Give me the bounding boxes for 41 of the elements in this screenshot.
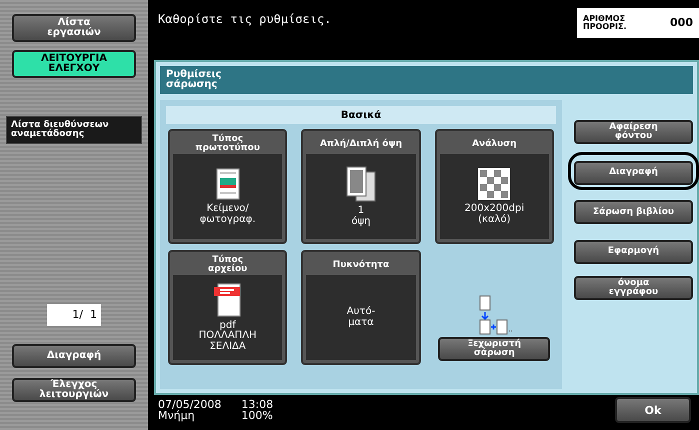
pages-icon <box>346 166 376 202</box>
checkerboard-icon <box>478 168 510 200</box>
panel-title: Ρυθμίσεις σάρωσης <box>160 66 693 94</box>
card-title: Τύπος πρωτοτύπου <box>194 134 261 154</box>
setting-card[interactable]: Απλή/Διπλή όψη 1 όψη <box>301 129 421 244</box>
memory-label: Μνήμη <box>158 410 196 421</box>
ok-button[interactable]: Ok <box>615 397 691 423</box>
separate-scan-button[interactable]: Ξεχωριστή σάρωση <box>438 337 550 361</box>
option-button[interactable]: Σάρωση βιβλίου <box>574 200 693 224</box>
card-value: 200x200dpi (καλό) <box>464 204 524 225</box>
sidebar-button[interactable]: Διαγραφή <box>12 344 136 368</box>
setting-card[interactable]: Τύπος πρωτοτύπου Κείμενο/ φωτογραφ. <box>168 129 288 244</box>
setting-card[interactable]: Πυκνότητα Αυτό- ματα <box>301 250 421 365</box>
option-button[interactable]: Διαγραφή <box>574 160 693 184</box>
setting-card[interactable]: Τύπος αρχείου pdf ΠΟΛΛΑΠΛΗ ΣΕΛΙΔΑ <box>168 250 288 365</box>
group-title: Βασικά <box>166 106 556 124</box>
option-button[interactable]: όνομα εγγράφου <box>574 276 693 300</box>
card-title: Απλή/Διπλή όψη <box>318 138 404 150</box>
pdf-file-icon <box>214 282 242 317</box>
instruction-text: Καθορίστε τις ρυθμίσεις. <box>158 11 332 28</box>
option-button[interactable]: Αφαίρεση φόντου <box>574 120 693 144</box>
counter-label: ΑΡΙΘΜΟΣ ΠΡΟΟΡΙΣ. <box>583 15 627 31</box>
card-title: Τύπος αρχείου <box>207 255 248 275</box>
card-value: 1 όψη <box>351 206 371 227</box>
counter-value: 000 <box>670 14 693 31</box>
date-text: 07/05/2008 <box>158 399 222 410</box>
card-value: Κείμενο/ φωτογραφ. <box>200 204 256 225</box>
mode-button[interactable]: ΛΕΙΤΟΥΡΓΙΑ ΕΛΕΓΧΟΥ <box>12 50 136 78</box>
memory-value: 100% <box>241 410 274 421</box>
card-value: Αυτό- ματα <box>346 307 376 328</box>
card-title: Ανάλυση <box>471 138 518 150</box>
address-list-button[interactable]: Λίστα διευθύνσεων αναμετάδοσης <box>6 116 142 144</box>
mode-button[interactable]: Λίστα εργασιών <box>12 14 136 42</box>
page-counter: 1/ 1 <box>47 304 101 326</box>
sidebar-button[interactable]: Έλεγχος λειτουργιών <box>12 378 136 402</box>
card-title: Πυκνότητα <box>332 258 390 272</box>
card-value: pdf ΠΟΛΛΑΠΛΗ ΣΕΛΙΔΑ <box>198 320 257 352</box>
document-photo-icon <box>216 168 240 200</box>
option-button[interactable]: Εφαρμογή <box>574 240 693 264</box>
setting-card[interactable]: Ανάλυση 200x200dpi (καλό) <box>434 129 554 244</box>
time-text: 13:08 <box>241 399 274 410</box>
